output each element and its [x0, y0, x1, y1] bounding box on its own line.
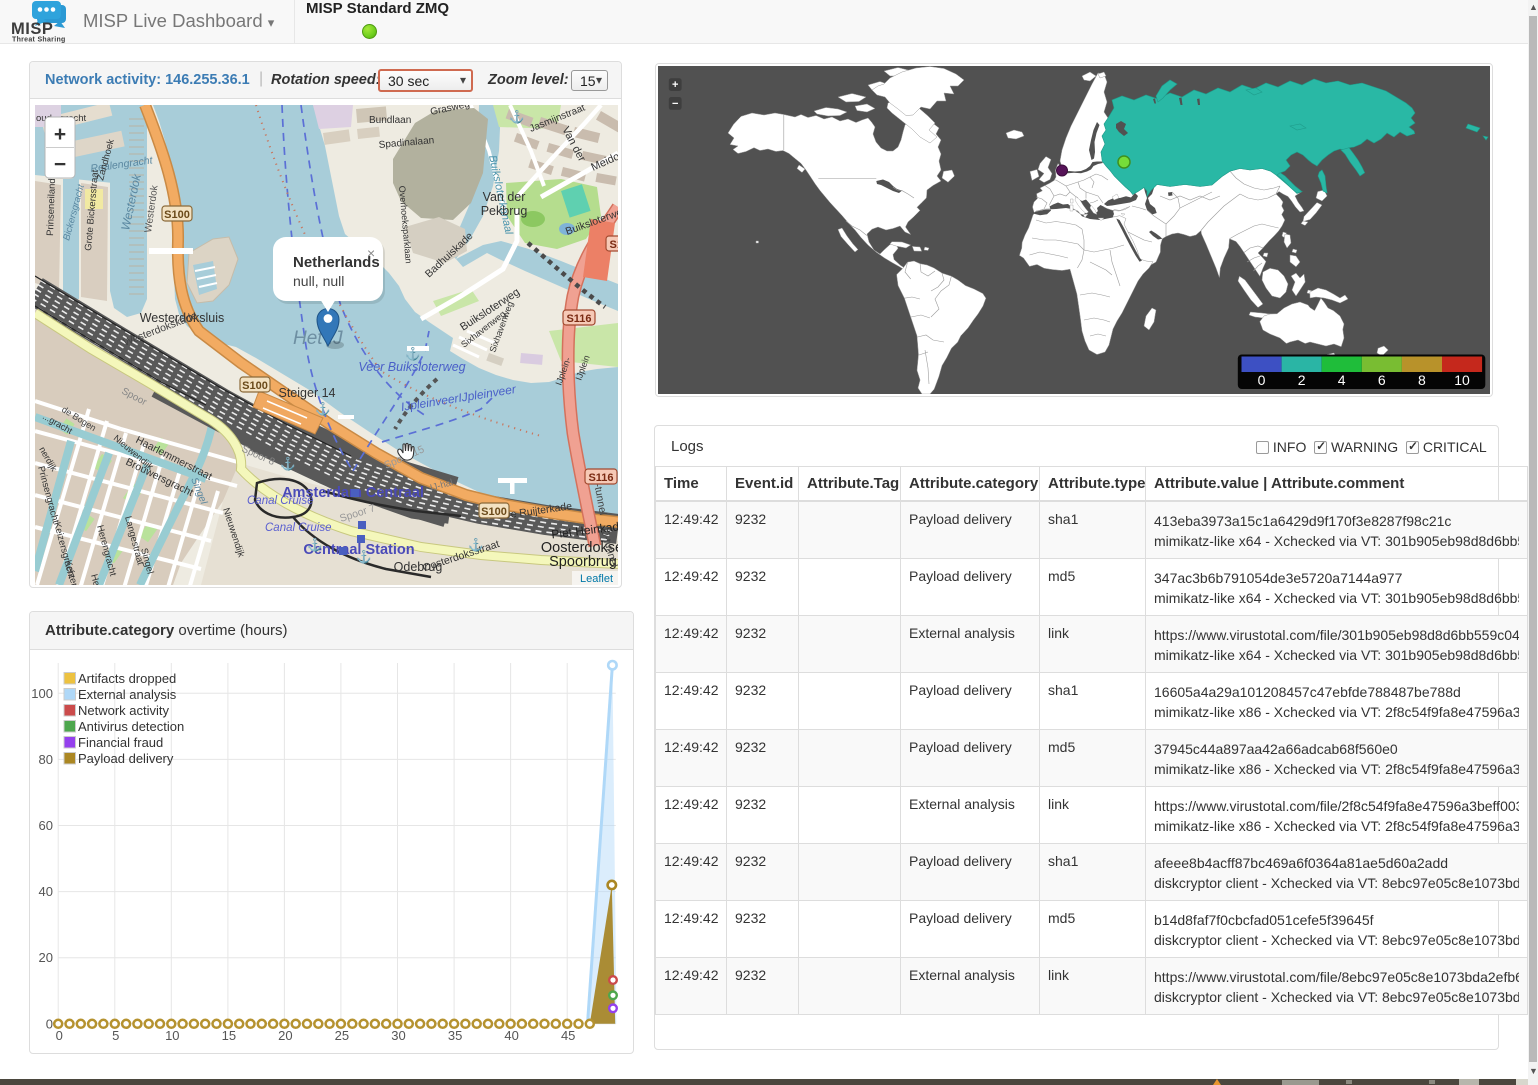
svg-text:0: 0: [46, 1016, 53, 1031]
svg-text:−: −: [54, 153, 66, 176]
svg-text:8: 8: [1418, 372, 1426, 388]
svg-text:0: 0: [56, 1028, 63, 1043]
svg-text:S100: S100: [164, 209, 190, 221]
svg-text:10: 10: [1454, 372, 1470, 388]
svg-text:2: 2: [1298, 372, 1306, 388]
svg-text:15: 15: [222, 1028, 236, 1043]
svg-text:60: 60: [39, 818, 53, 833]
svg-text:Antivirus detection: Antivirus detection: [78, 719, 184, 734]
svg-text:Leaflet: Leaflet: [580, 573, 613, 585]
svg-text:Financial fraud: Financial fraud: [78, 735, 163, 750]
svg-text:Bundlaan: Bundlaan: [369, 115, 411, 126]
svg-text:20: 20: [278, 1028, 292, 1043]
svg-text:⚓: ⚓: [280, 456, 296, 471]
svg-text:External analysis: External analysis: [78, 687, 177, 702]
svg-text:10: 10: [165, 1028, 179, 1043]
svg-text:S100: S100: [242, 380, 268, 392]
svg-text:6: 6: [1378, 372, 1386, 388]
svg-text:5: 5: [112, 1028, 119, 1043]
svg-text:Pekbrug: Pekbrug: [481, 204, 528, 218]
svg-text:null, null: null, null: [293, 273, 344, 289]
svg-text:40: 40: [504, 1028, 518, 1043]
svg-text:20: 20: [39, 950, 53, 965]
svg-text:⚓: ⚓: [509, 109, 525, 124]
svg-text:+: +: [54, 123, 66, 146]
svg-text:⚓: ⚓: [307, 537, 323, 552]
svg-text:45: 45: [561, 1028, 575, 1043]
svg-text:Prinseneiland: Prinseneiland: [45, 178, 58, 236]
svg-text:⚓: ⚓: [468, 537, 484, 552]
svg-text:Network activity: Network activity: [78, 703, 170, 718]
svg-text:+: +: [672, 79, 678, 91]
svg-text:25: 25: [335, 1028, 349, 1043]
svg-text:MISP: MISP: [11, 20, 53, 38]
svg-text:Van der: Van der: [483, 190, 526, 204]
svg-text:Payload delivery: Payload delivery: [78, 751, 174, 766]
svg-text:⚓: ⚓: [356, 549, 372, 564]
svg-text:×: ×: [367, 245, 375, 261]
svg-text:0: 0: [1258, 372, 1266, 388]
svg-text:30: 30: [391, 1028, 405, 1043]
svg-text:40: 40: [39, 884, 53, 899]
svg-text:⚓: ⚓: [405, 346, 421, 361]
svg-text:S100: S100: [481, 506, 507, 518]
svg-text:Artifacts dropped: Artifacts dropped: [78, 671, 176, 686]
svg-text:−: −: [672, 98, 678, 110]
svg-text:35: 35: [448, 1028, 462, 1043]
svg-text:Threat Sharing: Threat Sharing: [12, 37, 66, 44]
svg-text:Canal Cruise: Canal Cruise: [265, 522, 331, 534]
svg-text:⚓: ⚓: [315, 401, 331, 416]
svg-text:S11: S11: [610, 239, 618, 251]
svg-text:S116: S116: [566, 313, 591, 325]
svg-text:4: 4: [1338, 372, 1346, 388]
svg-text:S116: S116: [588, 472, 613, 484]
svg-text:100: 100: [31, 686, 53, 701]
svg-text:Steiger 14: Steiger 14: [279, 386, 336, 400]
svg-text:80: 80: [39, 752, 53, 767]
svg-text:Veer Buiksloterweg: Veer Buiksloterweg: [358, 360, 465, 374]
